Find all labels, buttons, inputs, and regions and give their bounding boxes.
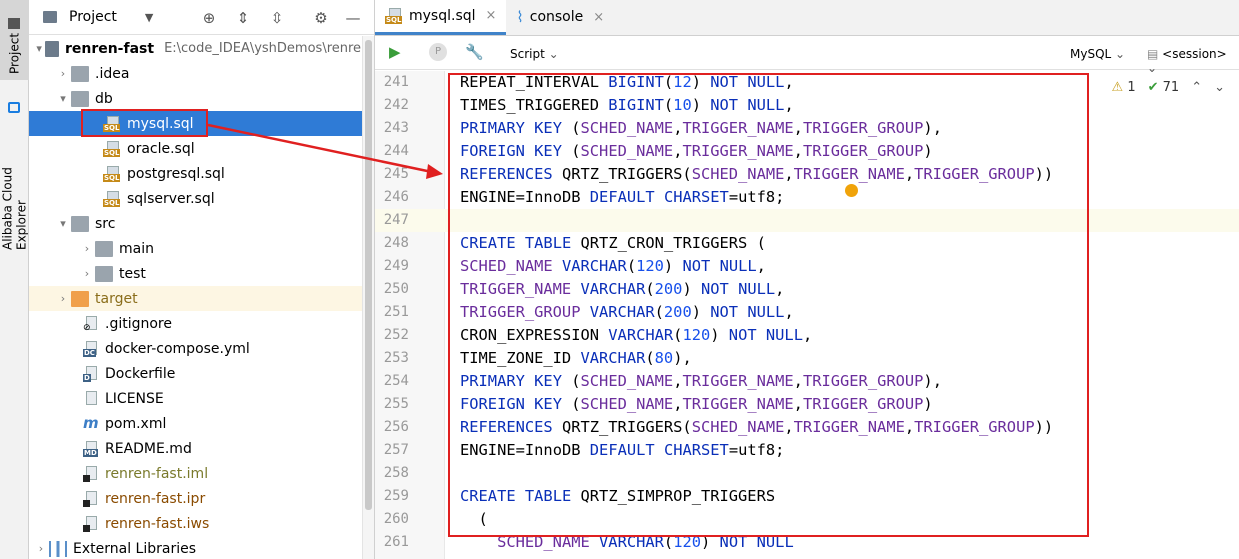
- annotation-arrow: [207, 123, 443, 179]
